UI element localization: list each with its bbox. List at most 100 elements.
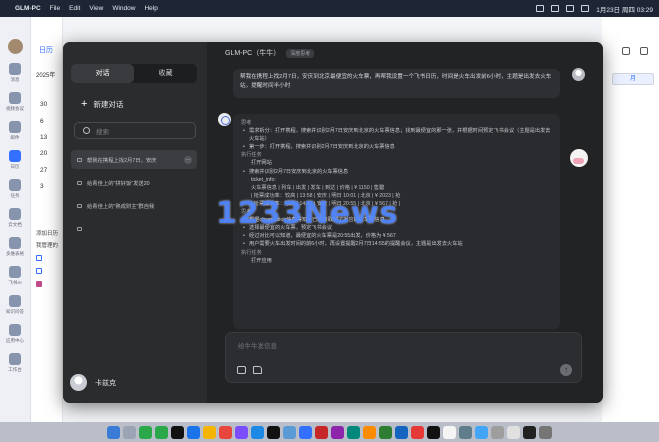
workplace-icon[interactable]: [9, 353, 21, 365]
more-options-icon[interactable]: ⋯: [184, 155, 192, 164]
mail-icon[interactable]: [9, 121, 21, 133]
app-icon[interactable]: [315, 425, 328, 439]
menu-bar: GLM-PC File Edit View Window Help 1月23日 …: [0, 0, 659, 17]
app-icon[interactable]: [523, 425, 536, 439]
cow-mascot-icon: [568, 147, 590, 169]
menu-file[interactable]: File: [50, 5, 60, 12]
send-button[interactable]: ↑: [560, 364, 572, 376]
file-upload-icon[interactable]: [253, 366, 262, 374]
watermark: 1233News: [216, 196, 399, 231]
messages-icon[interactable]: [9, 63, 21, 75]
history-item[interactable]: 给青佳上的"熟成财主"群自我: [71, 196, 197, 215]
year-label[interactable]: 2025年: [36, 70, 55, 79]
app-icon[interactable]: [491, 425, 504, 439]
date-number[interactable]: 27: [40, 167, 47, 174]
history-item[interactable]: 给青佳上的"拼好饭"发送20: [71, 173, 197, 192]
ai-icon[interactable]: [9, 266, 21, 278]
wechat-icon[interactable]: [139, 425, 152, 439]
search-input[interactable]: 搜索: [74, 122, 196, 139]
app-center-icon[interactable]: [9, 324, 21, 336]
app-icon[interactable]: [331, 425, 344, 439]
reply-section-heading: 执行任务: [241, 249, 262, 256]
app-icon[interactable]: [219, 425, 232, 439]
calendar-tab-title[interactable]: 日历: [39, 45, 53, 55]
app-icon[interactable]: [347, 425, 360, 439]
finder-icon[interactable]: [107, 425, 120, 439]
tab-favorites[interactable]: 收藏: [134, 64, 197, 83]
date-number[interactable]: 6: [40, 118, 44, 125]
title-badge: 深度思考: [286, 48, 315, 58]
launchpad-icon[interactable]: [123, 425, 136, 439]
tab-chat[interactable]: 对话: [71, 64, 134, 83]
calendar-checkbox[interactable]: [36, 281, 42, 287]
user-profile[interactable]: 卡兹克: [70, 374, 116, 391]
chat-bubble-icon: [77, 226, 82, 231]
wifi-icon[interactable]: [551, 5, 560, 12]
app-icon[interactable]: [427, 425, 440, 439]
plus-icon: +: [81, 98, 88, 110]
image-upload-icon[interactable]: [237, 366, 246, 374]
menu-edit[interactable]: Edit: [69, 5, 80, 12]
reply-task-title: 打开应用: [251, 257, 272, 264]
app-icon[interactable]: [459, 425, 472, 439]
video-meeting-icon[interactable]: [9, 92, 21, 104]
date-number[interactable]: 30: [40, 101, 47, 108]
rail-label-mail: 邮件: [10, 135, 20, 140]
calendar-checkbox[interactable]: [36, 255, 42, 261]
feishu-icon[interactable]: [299, 425, 312, 439]
new-chat-button[interactable]: + 新建对话: [81, 98, 123, 110]
notes-icon[interactable]: [203, 425, 216, 439]
date-number[interactable]: 13: [40, 134, 47, 141]
terminal-icon[interactable]: [171, 425, 184, 439]
avatar[interactable]: [7, 39, 23, 54]
managed-calendars-label[interactable]: 我管理的: [36, 241, 58, 249]
qa-icon[interactable]: [9, 295, 21, 307]
menu-view[interactable]: View: [89, 5, 103, 12]
reply-section-heading: 思考: [241, 120, 252, 126]
app-icon[interactable]: [283, 425, 296, 439]
message-input[interactable]: 给牛牛发信息 ↑: [225, 332, 582, 383]
menu-help[interactable]: Help: [144, 5, 157, 12]
messages-icon[interactable]: [155, 425, 168, 439]
history-item[interactable]: [71, 219, 197, 238]
app-icon[interactable]: [507, 425, 520, 439]
chat-bubble-icon: [77, 180, 82, 185]
menu-datetime[interactable]: 1月23日 周四 03:29: [596, 4, 653, 14]
user-name: 卡兹克: [95, 379, 116, 387]
month-view-button[interactable]: 月: [612, 73, 654, 85]
app-icon[interactable]: [411, 425, 424, 439]
app-icon[interactable]: [235, 425, 248, 439]
history-item[interactable]: 帮我在携程上找2月7日，安庆 ⋯: [71, 150, 197, 169]
docs-icon[interactable]: [9, 208, 21, 220]
app-icon[interactable]: [379, 425, 392, 439]
bot-avatar-icon: [218, 113, 231, 126]
app-icon[interactable]: [475, 425, 488, 439]
base-icon[interactable]: [9, 237, 21, 249]
app-icon[interactable]: [267, 425, 280, 439]
menu-window[interactable]: Window: [112, 5, 135, 12]
app-icon[interactable]: [395, 425, 408, 439]
more-icon[interactable]: [640, 47, 648, 55]
calendar-checkbox[interactable]: [36, 268, 42, 274]
add-calendar-link[interactable]: 添加日历: [36, 229, 58, 237]
reply-item: 用户需要火车出发时间的前6小时，再设置提醒2月7日14:55的提醒会议，主题是出…: [241, 240, 552, 248]
trash-icon[interactable]: [539, 425, 552, 439]
browser-icon[interactable]: [187, 425, 200, 439]
tasks-icon[interactable]: [9, 179, 21, 191]
status-area: 1月23日 周四 03:29: [536, 4, 653, 14]
rail-label-ai: 飞书AI: [8, 280, 22, 285]
reply-task-title: 打开网站: [251, 160, 272, 167]
app-icon[interactable]: [363, 425, 376, 439]
settings-icon[interactable]: [622, 47, 630, 55]
calendar-icon[interactable]: [443, 425, 456, 439]
search-icon[interactable]: [581, 5, 590, 12]
date-number[interactable]: 20: [40, 150, 47, 157]
calendar-toolbar: 月: [602, 17, 659, 422]
calendar-icon[interactable]: [9, 150, 21, 162]
rail-label-app-center: 应用中心: [6, 338, 24, 343]
battery-icon[interactable]: [566, 5, 575, 12]
status-icon[interactable]: [536, 5, 545, 12]
menu-app-name[interactable]: GLM-PC: [15, 5, 41, 12]
app-icon[interactable]: [251, 425, 264, 439]
date-number[interactable]: 3: [40, 183, 44, 190]
